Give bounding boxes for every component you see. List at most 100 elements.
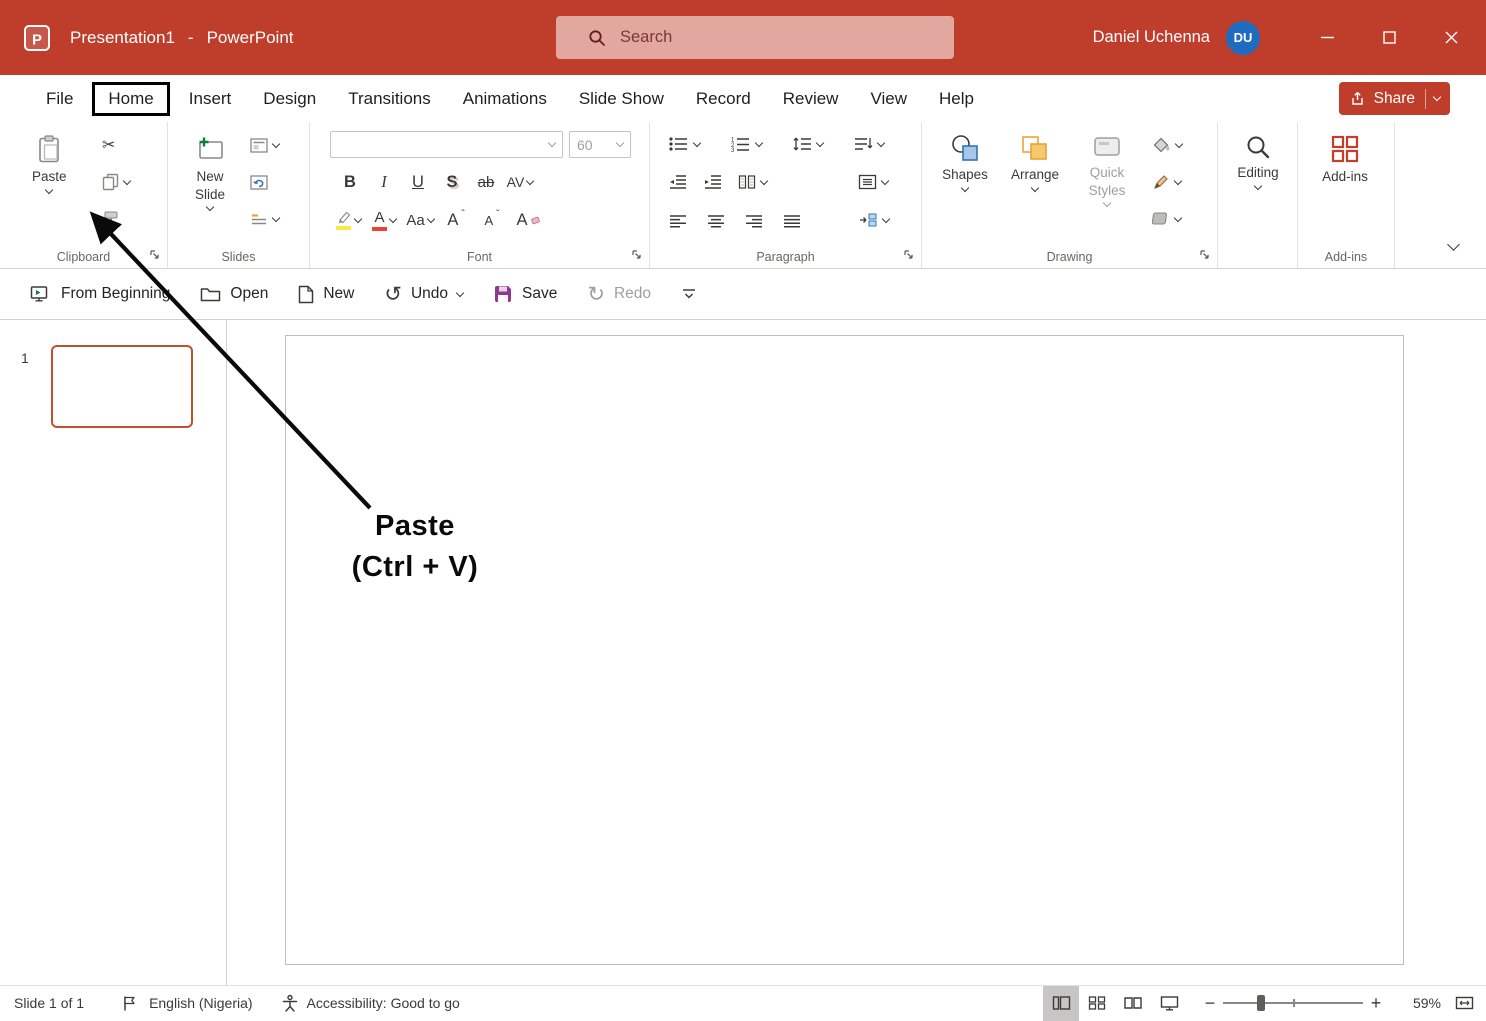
columns-button[interactable] (738, 169, 767, 195)
chevron-down-icon[interactable] (389, 214, 397, 222)
chevron-down-icon[interactable] (123, 176, 131, 184)
bold-button[interactable]: B (336, 168, 364, 196)
chevron-down-icon[interactable] (272, 213, 280, 221)
normal-view-button[interactable] (1043, 986, 1079, 1021)
align-left-button[interactable] (668, 208, 688, 234)
tab-home[interactable]: Home (92, 82, 169, 116)
slide-sorter-view-button[interactable] (1079, 986, 1115, 1021)
numbering-button[interactable]: 123 (730, 131, 762, 157)
increase-font-size-button[interactable]: Aˆ (442, 206, 470, 234)
share-button[interactable]: Share (1339, 82, 1450, 115)
accessibility-status[interactable]: Accessibility: Good to go (307, 995, 460, 1011)
chevron-down-icon[interactable] (206, 203, 214, 211)
tab-transitions[interactable]: Transitions (332, 82, 447, 116)
font-color-button[interactable]: A (370, 206, 398, 234)
new-button[interactable]: New (298, 285, 354, 304)
chevron-down-icon[interactable] (877, 138, 885, 146)
tab-record[interactable]: Record (680, 82, 767, 116)
decrease-indent-button[interactable] (668, 169, 687, 195)
section-button[interactable] (250, 206, 279, 232)
tab-slide-show[interactable]: Slide Show (563, 82, 680, 116)
drawing-dialog-launcher[interactable] (1200, 250, 1210, 260)
chevron-down-icon[interactable] (882, 214, 890, 222)
chevron-down-icon[interactable] (456, 288, 464, 296)
font-name-select[interactable] (330, 131, 563, 158)
chevron-down-icon[interactable] (1254, 181, 1262, 189)
zoom-in-button[interactable]: + (1367, 993, 1385, 1014)
strikethrough-button[interactable]: ab (472, 168, 500, 196)
align-center-button[interactable] (706, 208, 726, 234)
shapes-button[interactable]: Shapes (936, 134, 994, 191)
from-beginning-button[interactable]: From Beginning (30, 285, 170, 304)
chevron-down-icon[interactable] (693, 138, 701, 146)
clear-formatting-button[interactable]: A (514, 206, 542, 234)
tab-view[interactable]: View (854, 82, 923, 116)
chevron-down-icon[interactable] (1031, 183, 1039, 191)
tab-review[interactable]: Review (767, 82, 855, 116)
font-dialog-launcher[interactable] (632, 250, 642, 260)
tab-design[interactable]: Design (247, 82, 332, 116)
underline-button[interactable]: U (404, 168, 432, 196)
undo-button[interactable]: ↺ Undo (384, 284, 463, 305)
chevron-down-icon[interactable] (426, 214, 434, 222)
zoom-percentage[interactable]: 59% (1401, 995, 1441, 1011)
convert-smartart-button[interactable] (858, 207, 889, 233)
text-direction-button[interactable] (853, 131, 884, 157)
text-shadow-button[interactable]: S (438, 168, 466, 196)
clipboard-dialog-launcher[interactable] (150, 250, 160, 260)
search-input[interactable] (620, 28, 920, 47)
tab-insert[interactable]: Insert (173, 82, 248, 116)
shape-effects-button[interactable] (1152, 206, 1182, 232)
align-text-button[interactable] (858, 169, 889, 195)
copy-button[interactable] (102, 169, 130, 195)
tab-help[interactable]: Help (923, 82, 990, 116)
italic-button[interactable]: I (370, 168, 398, 196)
character-spacing-button[interactable]: AV (506, 168, 534, 196)
toolbar-overflow-button[interactable] (681, 287, 697, 301)
chevron-down-icon[interactable] (272, 139, 280, 147)
bullets-button[interactable] (668, 131, 700, 157)
chevron-down-icon[interactable] (1174, 213, 1182, 221)
collapse-ribbon-button[interactable] (1449, 236, 1458, 254)
chevron-down-icon[interactable] (755, 138, 763, 146)
justify-button[interactable] (782, 208, 802, 234)
new-slide-button[interactable]: New Slide (180, 134, 240, 210)
redo-button[interactable]: ↻ Redo (587, 284, 651, 305)
open-button[interactable]: Open (200, 285, 268, 303)
chevron-down-icon[interactable] (961, 183, 969, 191)
reset-slide-button[interactable] (250, 169, 279, 195)
quick-styles-button[interactable]: Quick Styles (1074, 134, 1140, 206)
proofing-status-icon[interactable] (122, 995, 137, 1012)
chevron-down-icon[interactable] (760, 176, 768, 184)
line-spacing-button[interactable] (792, 131, 823, 157)
chevron-down-icon[interactable] (1175, 139, 1183, 147)
save-button[interactable]: Save (493, 284, 557, 304)
reading-view-button[interactable] (1115, 986, 1151, 1021)
text-highlight-button[interactable] (334, 206, 362, 234)
minimize-button[interactable] (1304, 15, 1350, 61)
search-box[interactable] (556, 16, 954, 59)
slideshow-view-button[interactable] (1151, 986, 1187, 1021)
paste-button[interactable]: Paste (32, 134, 67, 193)
user-name[interactable]: Daniel Uchenna (1093, 28, 1210, 47)
avatar[interactable]: DU (1226, 21, 1260, 55)
chevron-down-icon[interactable] (1174, 176, 1182, 184)
tab-animations[interactable]: Animations (447, 82, 563, 116)
chevron-down-icon[interactable] (45, 185, 53, 193)
zoom-out-button[interactable]: − (1201, 993, 1219, 1014)
decrease-font-size-button[interactable]: Aˇ (478, 206, 506, 234)
cut-button[interactable]: ✂ (102, 132, 130, 158)
chevron-down-icon[interactable] (354, 214, 362, 222)
increase-indent-button[interactable] (703, 169, 722, 195)
arrange-button[interactable]: Arrange (1006, 134, 1064, 191)
change-case-button[interactable]: Aa (406, 206, 434, 234)
chevron-down-icon[interactable] (526, 176, 534, 184)
close-button[interactable] (1428, 15, 1474, 61)
chevron-down-icon[interactable] (881, 176, 889, 184)
slide-thumbnail[interactable] (51, 345, 193, 428)
add-ins-button[interactable]: Add-ins (1313, 134, 1377, 186)
chevron-down-icon[interactable] (1433, 93, 1441, 101)
align-right-button[interactable] (744, 208, 764, 234)
fit-to-window-button[interactable] (1455, 995, 1474, 1011)
paragraph-dialog-launcher[interactable] (904, 250, 914, 260)
